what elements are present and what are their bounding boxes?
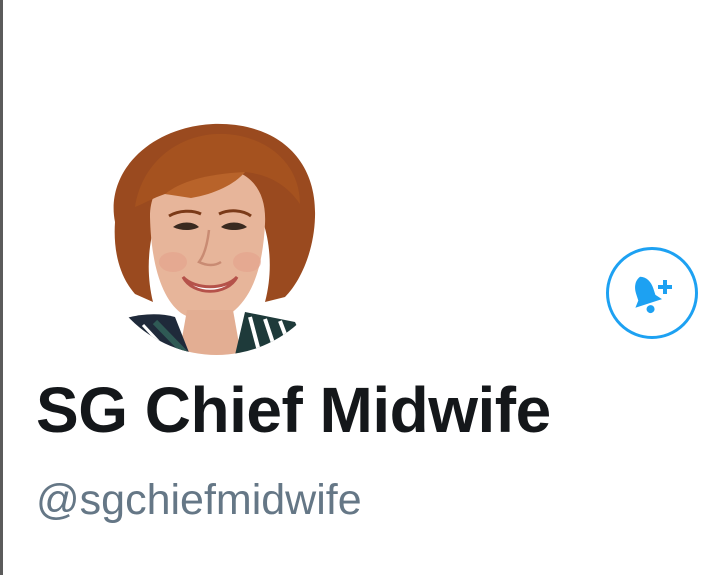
profile-handle: @sgchiefmidwife: [36, 476, 362, 524]
profile-display-name: SG Chief Midwife: [36, 374, 551, 446]
profile-avatar[interactable]: [95, 112, 338, 355]
profile-photo: [95, 112, 338, 355]
screen-edge-divider: [0, 0, 3, 575]
bell-plus-icon: [635, 276, 672, 314]
notifications-button[interactable]: [606, 247, 698, 339]
